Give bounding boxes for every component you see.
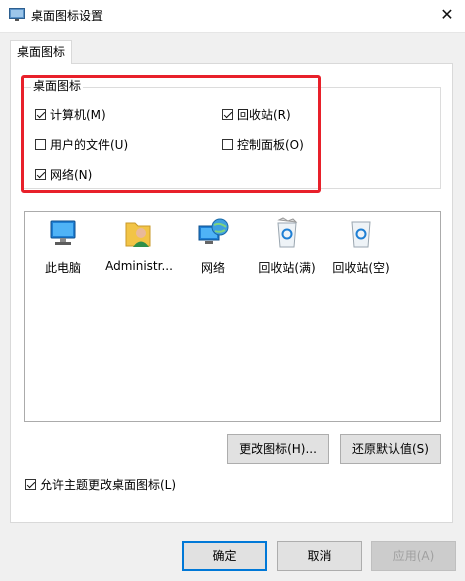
change-icon-button[interactable]: 更改图标(H)... [227, 434, 329, 464]
icon-label: 回收站(满) [258, 261, 316, 275]
icon-label: 回收站(空) [332, 261, 390, 275]
network-icon [198, 218, 229, 244]
icon-label: Administr... [105, 259, 173, 273]
icon-list[interactable]: 此电脑 Administr... 网络 回收站(满) 回收站(空) [24, 211, 441, 422]
icon-item-network[interactable]: 网络 [177, 216, 249, 276]
desktop-settings-icon [9, 8, 25, 21]
cancel-button[interactable]: 取消 [277, 541, 362, 571]
checkbox-allow-theme[interactable]: 允许主题更改桌面图标(L) [25, 476, 176, 492]
checkbox-box[interactable] [25, 478, 36, 490]
restore-default-button[interactable]: 还原默认值(S) [340, 434, 441, 464]
apply-button[interactable]: 应用(A) [371, 541, 456, 571]
icon-label: 网络 [200, 261, 225, 275]
computer-icon [50, 220, 76, 245]
user-folder-icon [125, 222, 151, 247]
icon-item-administrator[interactable]: Administr... [103, 216, 175, 273]
close-icon[interactable]: ✕ [437, 5, 457, 25]
recycle-bin-full-icon [277, 217, 298, 248]
red-highlight-box [21, 75, 321, 193]
recycle-bin-empty-icon [351, 221, 371, 248]
tab-desktop-icons[interactable]: 桌面图标 [10, 40, 72, 64]
icon-label: 此电脑 [44, 261, 81, 275]
window-title: 桌面图标设置 [31, 9, 104, 23]
icon-item-recycle-bin-full[interactable]: 回收站(满) [251, 216, 323, 276]
title-bar: 桌面图标设置 ✕ [0, 0, 465, 33]
icon-item-recycle-bin-empty[interactable]: 回收站(空) [325, 216, 397, 276]
checkbox-label: 允许主题更改桌面图标(L) [40, 477, 177, 492]
ok-button[interactable]: 确定 [182, 541, 267, 571]
icon-item-this-pc[interactable]: 此电脑 [27, 216, 99, 276]
